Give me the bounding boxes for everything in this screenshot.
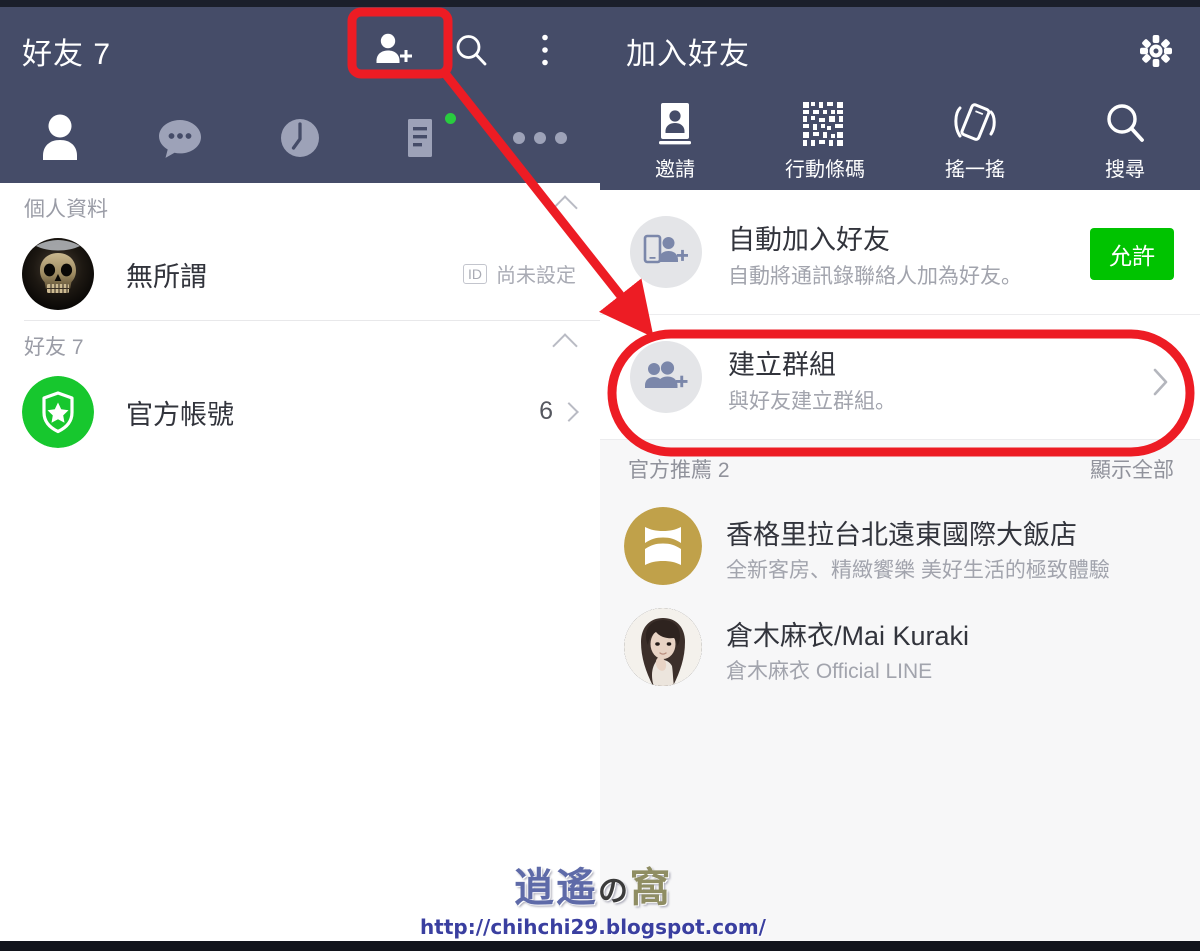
phone-contact-add-icon <box>630 216 702 288</box>
add-friend-actions: 邀請 行動條碼 搖一搖 搜尋 <box>600 99 1200 189</box>
recommend-section-header: 官方推薦 2 顯示全部 <box>600 440 1200 496</box>
chevron-up-icon[interactable] <box>552 333 578 359</box>
chevron-right-icon[interactable] <box>1152 367 1170 402</box>
group-add-icon <box>630 341 702 413</box>
action-shake-label: 搖一搖 <box>945 159 1005 181</box>
allow-button[interactable]: 允許 <box>1090 228 1174 280</box>
recommend-desc: 全新客房、精緻饗樂 美好生活的極致體驗 <box>726 559 1110 582</box>
gear-icon[interactable] <box>1134 29 1178 73</box>
right-panel-body: 自動加入好友 自動將通訊錄聯絡人加為好友。 允許 建立群組 與好友建立群組。 官… <box>600 190 1200 941</box>
left-tab-bar <box>0 93 600 269</box>
profile-display-name: 無所謂 <box>126 262 207 292</box>
action-invite-label: 邀請 <box>655 159 695 181</box>
left-header-bar: 好友 7 <box>0 7 600 93</box>
action-qr-label: 行動條碼 <box>785 159 865 181</box>
recommend-label: 官方推薦 2 <box>628 459 730 482</box>
action-search-label: 搜尋 <box>1105 159 1145 181</box>
chevron-right-icon[interactable] <box>559 401 579 422</box>
watermark-logo-part3: 窩 <box>630 864 672 911</box>
shangrila-logo-avatar <box>624 507 702 585</box>
action-qr-code[interactable]: 行動條碼 <box>750 99 900 189</box>
watermark-logo-part1: 逍遙 <box>514 864 598 911</box>
section-label-friends: 好友 7 <box>24 336 84 359</box>
page-title-add-friends: 加入好友 <box>626 38 750 71</box>
search-icon <box>1103 99 1147 147</box>
action-invite[interactable]: 邀請 <box>600 99 750 189</box>
left-panel-body: 個人資料 無所謂 ID 尚未設定 好友 7 官方帳號 6 <box>0 183 600 941</box>
profile-row[interactable]: 無所謂 ID 尚未設定 <box>0 227 600 321</box>
watermark-logo: 逍遙の窩 <box>383 855 803 913</box>
section-header-friends[interactable]: 好友 7 <box>0 321 600 365</box>
news-unread-badge <box>445 113 456 124</box>
window-bottom-border <box>0 941 1200 951</box>
recommend-desc: 倉木麻衣 Official LINE <box>726 660 933 683</box>
mai-kuraki-photo-avatar <box>624 608 702 686</box>
list-item-create-group[interactable]: 建立群組 與好友建立群組。 <box>600 315 1200 440</box>
recommend-row-mai-kuraki[interactable]: 倉木麻衣/Mai Kuraki 倉木麻衣 Official LINE <box>600 597 1200 698</box>
watermark-url: http://chihchi29.blogspot.com/ <box>420 915 766 939</box>
show-all-link[interactable]: 顯示全部 <box>1090 454 1174 484</box>
tab-news[interactable] <box>360 93 480 183</box>
recommend-name: 香格里拉台北遠東國際大飯店 <box>726 520 1077 550</box>
page-title-friends: 好友 7 <box>22 38 112 71</box>
section-header-profile[interactable]: 個人資料 <box>0 183 600 227</box>
recommend-row-shangrila[interactable]: 香格里拉台北遠東國際大飯店 全新客房、精緻饗樂 美好生活的極致體驗 <box>600 496 1200 597</box>
recommend-name: 倉木麻衣/Mai Kuraki <box>726 621 970 651</box>
official-shield-avatar <box>22 376 94 448</box>
friend-count: 6 <box>539 397 553 425</box>
overflow-menu-icon[interactable] <box>520 25 570 75</box>
profile-id-value: 尚未設定 <box>496 265 576 287</box>
chevron-up-icon[interactable] <box>552 195 578 221</box>
action-shake[interactable]: 搖一搖 <box>900 99 1050 189</box>
right-header-bar: 加入好友 邀請 行動條碼 搖一搖 搜尋 <box>600 7 1200 190</box>
item-title: 自動加入好友 <box>728 225 890 255</box>
friend-count-group: 6 <box>539 397 579 426</box>
skull-avatar <box>22 238 94 310</box>
item-subtitle: 與好友建立群組。 <box>728 390 896 413</box>
item-title: 建立群組 <box>728 350 836 380</box>
profile-id-status: ID 尚未設定 <box>463 259 576 288</box>
tab-friends[interactable] <box>0 93 120 183</box>
window-top-border <box>0 0 1200 7</box>
app-screenshot: 好友 7 個人資料 無所謂 ID 尚未設定 好友 7 官方帳號 6 加入好友 邀… <box>0 0 1200 951</box>
watermark: 逍遙の窩 http://chihchi29.blogspot.com/ <box>383 855 803 939</box>
shake-phone-icon <box>947 99 1003 147</box>
item-subtitle: 自動將通訊錄聯絡人加為好友。 <box>728 265 1022 288</box>
search-icon[interactable] <box>446 25 496 75</box>
right-panel-add-friends: 加入好友 邀請 行動條碼 搖一搖 搜尋 自動加入好友 自動將通訊錄聯絡人加為好友… <box>600 7 1200 941</box>
action-search[interactable]: 搜尋 <box>1050 99 1200 189</box>
watermark-logo-part2: の <box>598 874 630 909</box>
add-friend-icon[interactable] <box>368 25 418 75</box>
qr-code-icon <box>803 99 847 147</box>
tab-chats[interactable] <box>120 93 240 183</box>
friend-name: 官方帳號 <box>126 400 234 430</box>
address-book-icon <box>654 99 696 147</box>
friend-row-official-accounts[interactable]: 官方帳號 6 <box>0 365 600 459</box>
left-header-icon-group <box>350 7 600 93</box>
id-badge: ID <box>463 263 487 284</box>
section-label-profile: 個人資料 <box>24 198 108 221</box>
left-panel-friends: 好友 7 個人資料 無所謂 ID 尚未設定 好友 7 官方帳號 6 <box>0 7 600 941</box>
list-item-auto-add-friends[interactable]: 自動加入好友 自動將通訊錄聯絡人加為好友。 允許 <box>600 190 1200 315</box>
tab-more[interactable] <box>480 93 600 183</box>
tab-timeline[interactable] <box>240 93 360 183</box>
